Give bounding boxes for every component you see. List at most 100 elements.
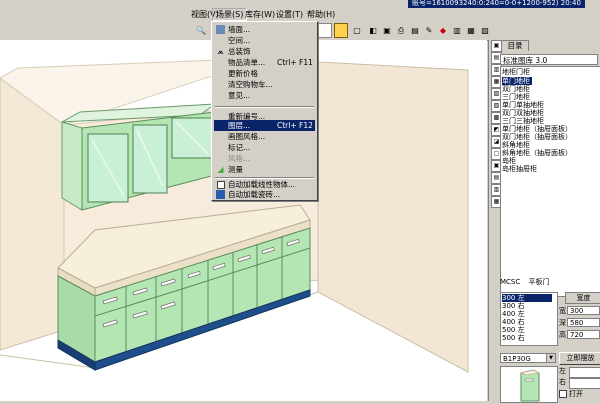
zoom-icon[interactable]: 🔍 [194,23,208,38]
menu-item-comments[interactable]: 意见... [214,90,315,101]
menu-item-label: 标记... [228,143,251,152]
size-item[interactable]: 500 右 [502,334,525,342]
right-field[interactable] [569,378,600,389]
menu-item-label: 更新价格 [228,69,258,78]
depth-input[interactable]: 580 [567,318,600,327]
export-icon[interactable]: ▤ [408,23,422,38]
menu-item-draw-style[interactable]: 画图风格... [214,131,315,142]
cube-icon[interactable]: ▢ [350,23,364,38]
menu-item-label: 画图风格... [228,132,266,141]
menu-help[interactable]: 帮助(H) [304,8,338,21]
catalog-panel: ▣ ▤ ▥ ▦ ▧ ▨ ▩ ◩ ◪ ▢ ▣ ▤ ▥ ▦ 目录 标准图库 3.0 … [488,40,600,403]
width-field-row: 宽 300 [559,306,600,316]
size-item[interactable]: 400 右 [502,318,525,326]
window-title: 账号=1610093240:0:240=0-0+1200-952) 20:40 [408,0,585,8]
menu-item-shortcut: Ctrl+ F11 [277,58,313,67]
tree-item[interactable]: 双门地柜（抽屉面板） [502,133,572,141]
menu-item-style[interactable]: 风格... [214,153,315,164]
print-icon[interactable]: ⎙ [394,23,408,38]
tree-item[interactable]: 斜角地柜 [502,141,530,149]
tile-icon [216,190,225,199]
catalog-tree: 地柜门柜 单门地柜 双门地柜 三门地柜 单门单抽地柜 双门双抽地柜 三门三抽地柜… [500,66,600,297]
right-label: 右 [559,378,566,386]
left-wall [0,77,65,351]
menu-item-layers[interactable]: 图层... Ctrl+ F12 [214,120,315,131]
view-3d-icon[interactable] [334,23,348,38]
size-item[interactable]: 300 左 [502,294,552,302]
render-icon[interactable]: ◧ [366,23,380,38]
mcsc-label: MCSC [500,278,521,286]
right-wall [317,61,469,373]
decoration-icon: ⩕ [217,47,224,56]
menu-item-item-list[interactable]: 物品清单... Ctrl+ F11 [214,57,315,68]
tree-item[interactable]: 单门地柜 [502,77,532,85]
view-front-icon[interactable] [318,23,332,38]
tree-item[interactable]: 斜角地柜（抽屉面板） [502,149,572,157]
camera-icon[interactable]: ▣ [380,23,394,38]
height-field-row: 高 720 [559,330,600,340]
menu-item-label: 图层... [228,121,251,130]
menu-item-label: 空间... [228,36,251,45]
scene-menu-dropdown: 墙面... 空间... ⩕ 总装饰 物品清单... Ctrl+ F11 更新价格… [211,21,318,201]
tree-item[interactable]: 单门单抽地柜 [502,101,544,109]
menu-item-label: 总装饰 [228,47,251,56]
menu-settings[interactable]: 设置(T) [273,8,306,21]
menu-item-label: 物品清单... [228,58,266,67]
settings-icon[interactable]: ▦ [464,23,478,38]
place-now-button[interactable]: 立即摆放 [559,352,600,365]
tree-item[interactable]: 单门地柜（抽屉面板） [502,125,572,133]
code-value: B1P30G [503,355,531,363]
open-checkbox[interactable]: 打开 [559,389,600,399]
tab-catalog[interactable]: 目录 [501,40,529,51]
catalog-selector[interactable]: 标准图库 3.0 [500,54,598,65]
paint-icon[interactable]: ✎ [422,23,436,38]
measure-icon: ◢ [217,165,224,174]
color-icon[interactable]: ◆ [436,23,450,38]
width-header[interactable]: 宽度 [565,292,600,304]
menu-item-update-price[interactable]: 更新价格 [214,68,315,79]
cabinet-preview [500,366,558,403]
tree-item[interactable]: 三门三抽地柜 [502,117,544,125]
dim-key: 深 [559,319,566,327]
wall-cabinet-side [61,121,83,211]
tree-item[interactable]: 地柜门柜 [502,68,530,76]
menu-bar: 视图(V) 场景(S) 库存(W) 设置(T) 帮助(H) [0,8,600,21]
tree-item[interactable]: 三门地柜 [502,93,530,101]
depth-field-row: 深 580 [559,318,600,328]
menu-item-space[interactable]: 空间... [214,35,315,46]
code-select[interactable]: B1P30G ▼ [500,353,556,363]
menu-item-decoration[interactable]: ⩕ 总装饰 [214,46,315,57]
tree-item[interactable]: 岛柜 [502,157,516,165]
layer-icon[interactable]: ▥ [450,23,464,38]
menu-item-clear-cart[interactable]: 清空购物车... [214,79,315,90]
chevron-down-icon: ▼ [546,354,555,362]
tree-item[interactable]: 双门双抽地柜 [502,109,544,117]
menu-item-label: 自动加载瓷砖... [228,190,281,199]
size-item[interactable]: 500 左 [502,326,525,334]
menu-item-wall[interactable]: 墙面... [214,24,315,35]
height-input[interactable]: 720 [567,330,600,339]
mcsc-row: MCSC 平板门 [500,277,600,287]
door-style-value[interactable]: 平板门 [529,278,550,286]
menu-item-measure[interactable]: ◢ 测量 [214,164,315,175]
menu-item-auto-tile[interactable]: 自动加载瓷砖... [214,189,315,200]
menu-item-label: 意见... [228,91,251,100]
menu-item-shortcut: Ctrl+ F12 [277,121,313,130]
cabinet-thumbnail [519,369,541,402]
title-bar: 账号=1610093240:0:240=0-0+1200-952) 20:40 [0,0,600,8]
left-label: 左 [559,367,566,375]
size-item[interactable]: 300 右 [502,302,525,310]
width-input[interactable]: 300 [567,306,600,315]
size-item[interactable]: 400 左 [502,310,525,318]
dim-key: 宽 [559,307,566,315]
checkbox-box [559,390,567,398]
checkbox [217,181,225,189]
left-field[interactable] [569,367,600,378]
tree-item[interactable]: 双门地柜 [502,85,530,93]
tree-item[interactable]: 岛柜抽屉柜 [502,165,537,173]
menu-item-marks[interactable]: 标记... [214,142,315,153]
menu-separator [215,106,314,108]
wall-icon [216,25,225,34]
close-icon[interactable]: ▨ [478,23,492,38]
menu-item-label: 清空购物车... [228,80,273,89]
